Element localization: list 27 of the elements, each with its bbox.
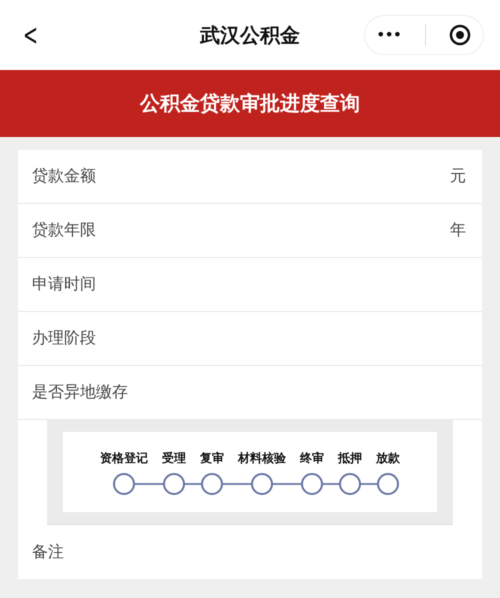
step-label: 材料核验	[238, 450, 286, 466]
step-circle	[339, 472, 361, 494]
banner-title: 公积金贷款审批进度查询	[140, 90, 360, 117]
step-label: 资格登记	[100, 450, 148, 466]
field-label: 备注	[32, 542, 64, 562]
step-circle	[201, 472, 223, 494]
field-label: 贷款金额	[32, 166, 96, 187]
field-label: 办理阶段	[32, 328, 96, 349]
step-circle	[301, 472, 323, 494]
field-label: 是否异地缴存	[32, 382, 128, 403]
step-label: 放款	[376, 450, 400, 466]
step-label: 受理	[162, 450, 186, 466]
step-circle	[163, 472, 185, 494]
unit-label: 年	[450, 220, 466, 241]
step-circle	[251, 472, 273, 494]
unit-label: 元	[450, 166, 466, 187]
step-label: 复审	[200, 450, 224, 466]
step-label: 终审	[300, 450, 324, 466]
field-label: 申请时间	[32, 274, 96, 295]
more-button[interactable]: •••	[376, 28, 402, 42]
close-icon[interactable]	[449, 24, 472, 46]
back-button[interactable]: <	[23, 18, 38, 52]
window-title: 武汉公积金	[198, 22, 301, 48]
step-circle	[113, 472, 135, 494]
field-label: 贷款年限	[32, 220, 96, 241]
step-circle	[377, 472, 399, 494]
step-label: 抵押	[338, 450, 362, 466]
